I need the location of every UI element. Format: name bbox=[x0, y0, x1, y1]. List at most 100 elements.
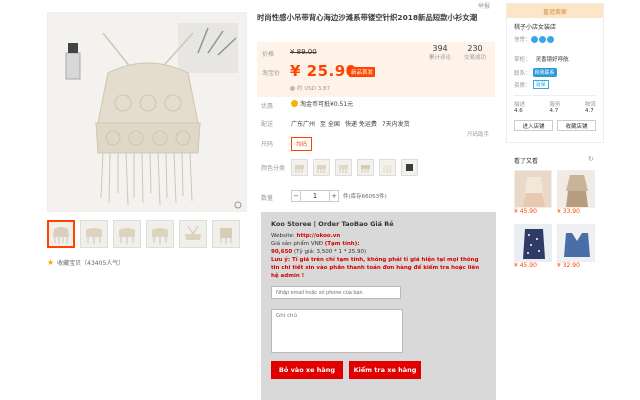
shop-qualification-row: 资质： 消保 bbox=[514, 80, 596, 89]
favorite-shop-button[interactable]: 收藏店铺 bbox=[557, 120, 596, 131]
stat-reviews-value: 394 bbox=[432, 44, 448, 53]
crown-seller-label: 皇冠卖家 bbox=[542, 8, 567, 16]
see-also-item-3[interactable]: ¥ 45.90 bbox=[514, 224, 552, 269]
consumer-protection-badge[interactable]: 消保 bbox=[532, 80, 549, 89]
shop-name[interactable]: 桃子小店女装店 bbox=[514, 22, 596, 31]
thumbnail-5[interactable] bbox=[179, 220, 207, 248]
see-also-price-1: ¥ 45.90 bbox=[514, 208, 537, 215]
see-also-item-4[interactable]: ¥ 32.90 bbox=[557, 224, 595, 269]
order-website-row: Website: http://okoo.vn bbox=[271, 232, 486, 240]
contact-button[interactable]: 和我联系 bbox=[532, 68, 557, 77]
order-price-value-row: 90,650 (Tỷ giá: 3,500 * 1 * 25.90) bbox=[271, 248, 486, 256]
stat-reviews[interactable]: 394 累计评论 bbox=[429, 44, 451, 61]
size-guide-link[interactable]: 尺码助手 bbox=[467, 130, 489, 138]
delivery-express: 快递 免运费 bbox=[344, 121, 377, 128]
website-label: Website: bbox=[271, 233, 297, 239]
refresh-icon[interactable]: ↻ bbox=[588, 155, 594, 163]
thumbnail-2[interactable] bbox=[80, 220, 108, 248]
promo-row: 淘金币可抵¥0.51元 bbox=[291, 99, 353, 108]
master-name[interactable]: 灵香镜好呼航 bbox=[536, 57, 569, 63]
email-input[interactable] bbox=[271, 286, 401, 299]
score-description: 描述 4.6 bbox=[514, 100, 525, 114]
see-also-image-3 bbox=[514, 224, 552, 262]
stat-sales-label: 交易成功 bbox=[464, 55, 487, 61]
shop-header: 皇冠卖家 bbox=[507, 4, 603, 18]
favorite-product[interactable]: ★ 收藏宝贝（43405人气） bbox=[47, 258, 124, 267]
score-description-label: 描述 bbox=[514, 102, 526, 108]
thumbnail-strip bbox=[47, 220, 240, 248]
see-also-item-2[interactable]: ¥ 33.90 bbox=[557, 170, 595, 215]
color-swatch-4[interactable] bbox=[357, 159, 374, 176]
diamond-icon bbox=[546, 35, 554, 43]
quantity-input[interactable]: 1 bbox=[301, 190, 329, 202]
thumbnail-3[interactable] bbox=[113, 220, 141, 248]
usd-price-text: 约 USD 3.87 bbox=[297, 86, 330, 92]
shop-contact-row: 联系： 和我联系 bbox=[514, 68, 596, 77]
price-vnd-value: 90,650 bbox=[271, 249, 293, 255]
crochet-top-image bbox=[48, 13, 246, 211]
delivery-return: 7天内发货 bbox=[381, 121, 410, 128]
color-swatch-1[interactable] bbox=[291, 159, 308, 176]
currency-icon bbox=[290, 85, 295, 91]
rate-note: (Tỷ giá: 3,500 * 1 * 25.90) bbox=[292, 249, 367, 255]
quantity-minus-button[interactable]: − bbox=[291, 190, 301, 202]
price-box: 价格 ¥ 89.00 淘宝价 ¥ 25.90 新品首发 约 USD 3.87 3… bbox=[257, 42, 495, 97]
stat-reviews-label: 累计评论 bbox=[429, 55, 452, 61]
color-swatch-3[interactable] bbox=[335, 159, 352, 176]
favorite-label: 收藏宝贝（43405人气） bbox=[57, 260, 125, 267]
score-service: 服务 4.7 bbox=[549, 100, 560, 114]
order-buttons: Bỏ vào xe hàng Kiểm tra xe hàng bbox=[271, 361, 486, 379]
shop-buttons: 进入店铺 收藏店铺 bbox=[514, 120, 596, 131]
thumbnail-6[interactable] bbox=[212, 220, 240, 248]
stock-text: 件(库存66053件) bbox=[343, 194, 387, 200]
diamond-icon bbox=[530, 35, 538, 43]
stat-sales[interactable]: 230 交易成功 bbox=[464, 44, 486, 61]
check-cart-button[interactable]: Kiểm tra xe hàng bbox=[349, 361, 421, 379]
color-swatch-5[interactable] bbox=[379, 159, 396, 176]
thumbnail-4[interactable] bbox=[146, 220, 174, 248]
sale-badge: 新品首发 bbox=[349, 67, 376, 77]
diamond-icon bbox=[538, 35, 546, 43]
original-price-label: 价格 bbox=[262, 51, 275, 58]
price-vnd-label: Giá sản phẩm VNĐ bbox=[271, 241, 325, 247]
see-also-image-1 bbox=[514, 170, 552, 208]
see-also-price-3: ¥ 45.90 bbox=[514, 262, 537, 269]
contact-label: 联系： bbox=[514, 70, 531, 77]
color-swatch-2[interactable] bbox=[313, 159, 330, 176]
quantity-label: 数量 bbox=[261, 195, 274, 202]
main-product-image[interactable] bbox=[47, 12, 247, 212]
thumbnail-1[interactable] bbox=[47, 220, 75, 248]
promo-text: 淘金币可抵¥0.51元 bbox=[300, 101, 354, 108]
color-swatch-6[interactable] bbox=[401, 159, 418, 176]
credit-label: 信誉： bbox=[514, 37, 531, 43]
see-also-image-2 bbox=[557, 170, 595, 208]
product-page: 举报 ★ 收藏宝贝（43405人气） 时尚性感小吊带背心海边沙滩系带镂空针织20… bbox=[0, 0, 640, 400]
original-price: ¥ 89.00 bbox=[290, 48, 317, 56]
master-label: 掌柜： bbox=[514, 57, 531, 63]
size-option-onesize[interactable]: 均码 bbox=[291, 137, 313, 151]
stat-sales-value: 230 bbox=[467, 44, 483, 53]
quantity-stepper: − 1 + 件(库存66053件) bbox=[291, 190, 387, 202]
promo-label: 优惠 bbox=[261, 103, 274, 110]
shop-credit-row: 信誉： bbox=[514, 35, 596, 43]
order-widget: Koo Storee | Order TaoBao Giá Rẻ Website… bbox=[261, 212, 496, 400]
order-warning: Lưu ý: Tỉ giá trên chỉ tạm tính, không p… bbox=[271, 257, 480, 279]
enter-shop-button[interactable]: 进入店铺 bbox=[514, 120, 553, 131]
delivery-row: 广东广州 至 全国 快递 免运费 7天内发货 bbox=[291, 119, 410, 128]
score-logistics-label: 物流 bbox=[584, 102, 596, 108]
see-also-price-2: ¥ 33.90 bbox=[557, 208, 580, 215]
note-textarea[interactable] bbox=[271, 309, 403, 353]
website-link[interactable]: http://okoo.vn bbox=[297, 233, 341, 239]
see-also-item-1[interactable]: ¥ 45.90 bbox=[514, 170, 552, 215]
shop-master-row: 掌柜： 灵香镜好呼航 bbox=[514, 46, 596, 65]
score-logistics: 物流 4.7 bbox=[585, 100, 596, 114]
report-link[interactable]: 举报 bbox=[478, 1, 490, 10]
add-to-cart-button[interactable]: Bỏ vào xe hàng bbox=[271, 361, 343, 379]
quantity-plus-button[interactable]: + bbox=[329, 190, 339, 202]
usd-price: 约 USD 3.87 bbox=[290, 84, 330, 92]
shop-scores: 描述 4.6 服务 4.7 物流 4.7 bbox=[514, 95, 596, 114]
order-price-row: Giá sản phẩm VNĐ (Tạm tính): bbox=[271, 240, 486, 248]
score-service-value: 4.7 bbox=[549, 108, 559, 114]
delivery-destination[interactable]: 至 全国 bbox=[320, 119, 340, 128]
star-icon: ★ bbox=[47, 258, 55, 267]
